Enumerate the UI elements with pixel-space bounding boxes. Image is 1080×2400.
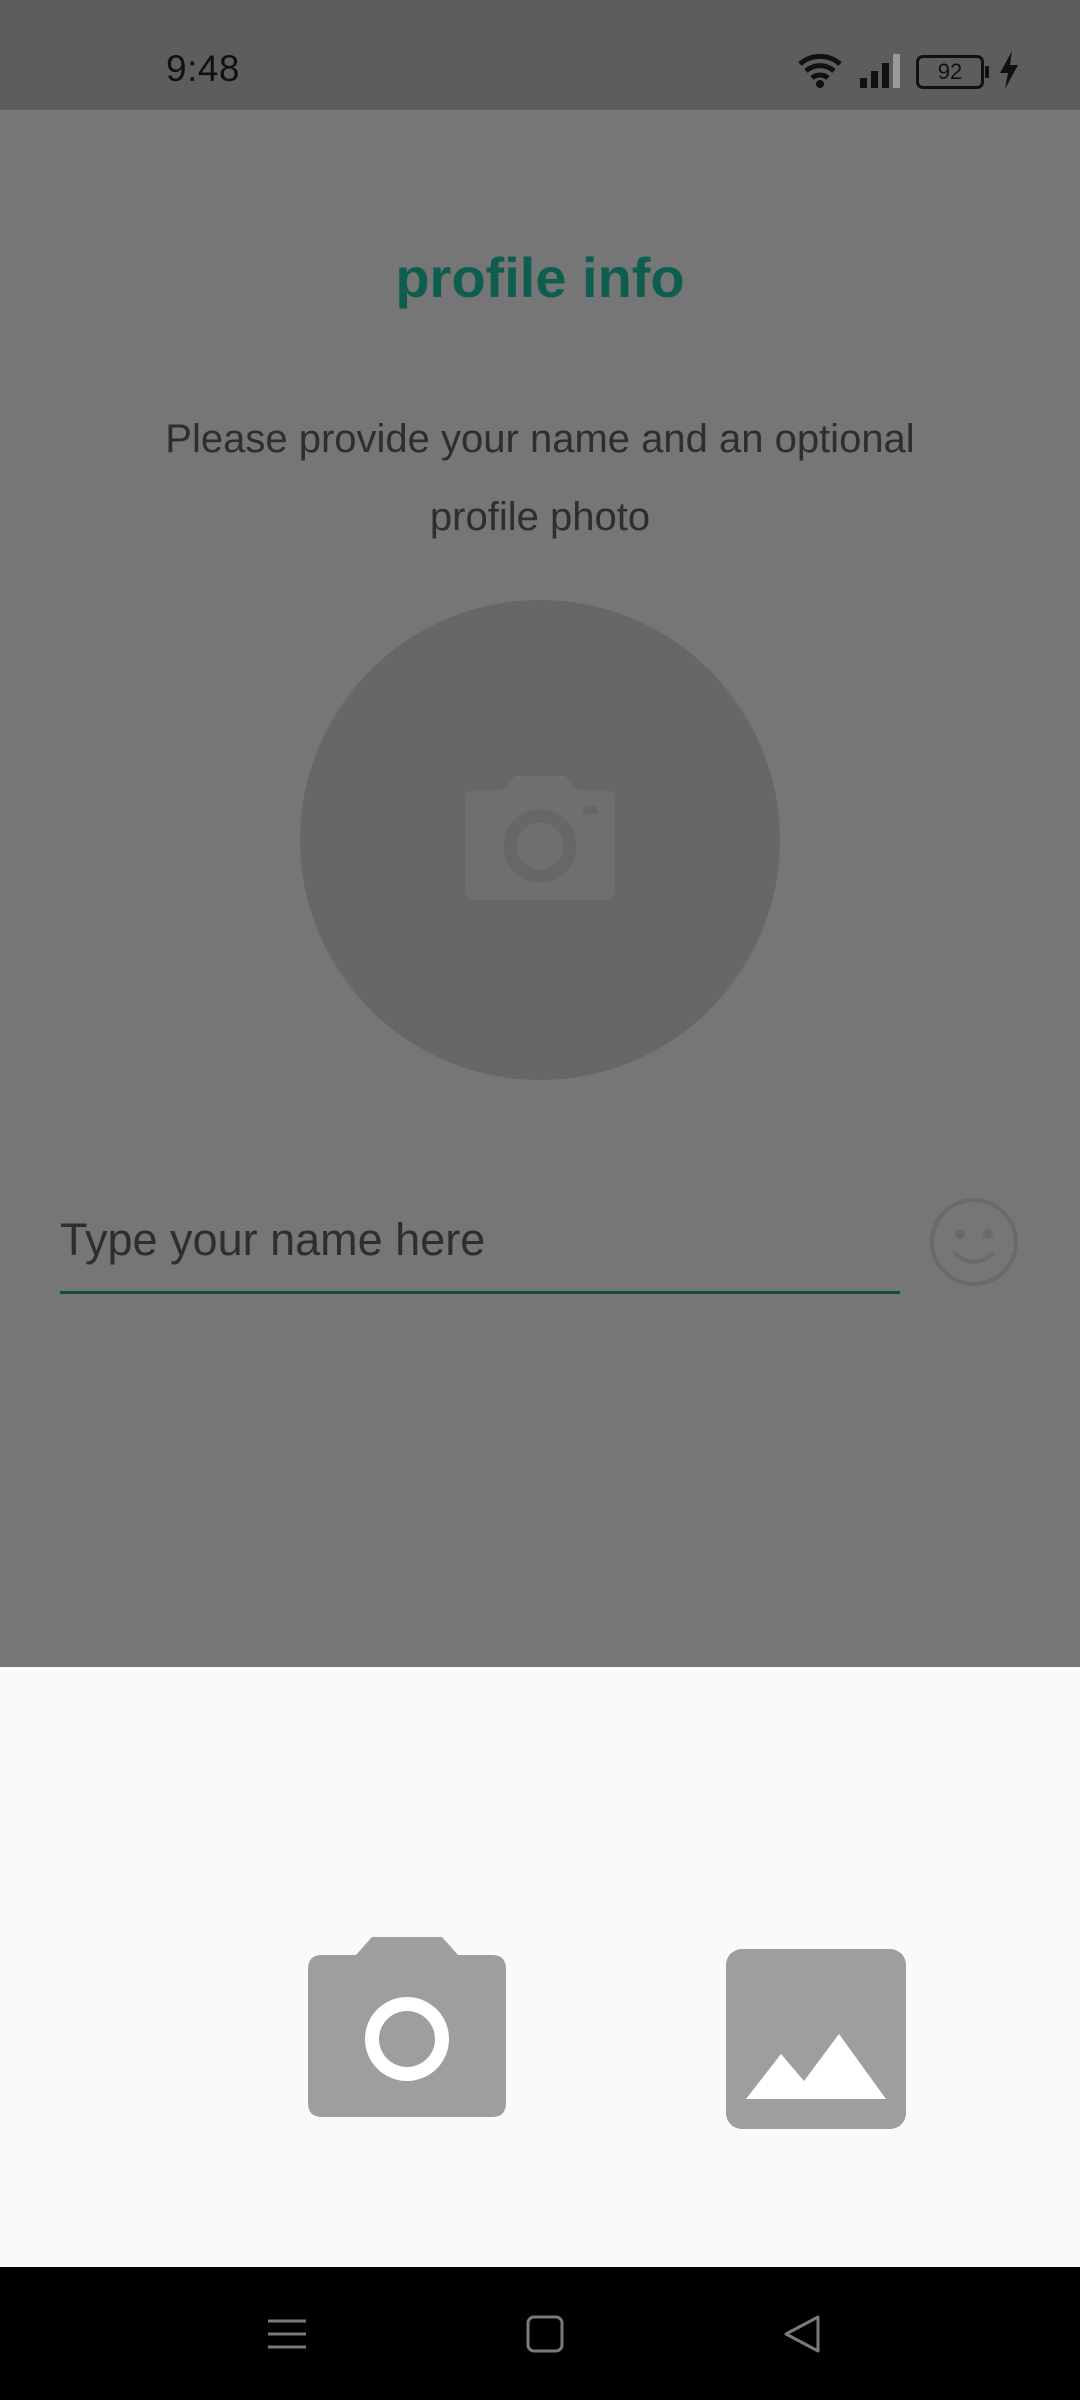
profile-photo-button[interactable] <box>300 600 780 1080</box>
battery-icon: 92 <box>916 55 989 89</box>
home-icon[interactable] <box>520 2309 570 2359</box>
status-icons: 92 <box>796 50 1020 95</box>
page-subtitle: Please provide your name and an optional… <box>165 417 915 539</box>
emoji-button[interactable] <box>928 1196 1020 1288</box>
profile-page: profile info Please provide your name an… <box>0 110 1080 1667</box>
back-icon[interactable] <box>778 2309 828 2359</box>
photo-picker-sheet <box>0 1667 1080 2267</box>
battery-level: 92 <box>937 59 963 84</box>
camera-icon <box>306 1937 508 2121</box>
navigation-bar <box>0 2267 1080 2400</box>
charging-icon <box>998 50 1020 94</box>
status-bar: 9:48 92 <box>0 0 1080 110</box>
wifi-icon <box>796 50 844 95</box>
status-time: 9:48 <box>166 48 241 89</box>
gallery-icon <box>726 1949 906 2133</box>
name-input[interactable] <box>60 1195 900 1285</box>
smiley-icon <box>928 1198 1020 1292</box>
camera-icon <box>465 775 615 905</box>
gallery-option-button[interactable] <box>726 1949 906 2129</box>
menu-icon[interactable] <box>262 2309 312 2359</box>
signal-icon <box>858 52 902 93</box>
camera-option-button[interactable] <box>306 1937 508 2117</box>
page-title: profile info <box>395 246 685 309</box>
name-field[interactable] <box>60 1195 900 1294</box>
